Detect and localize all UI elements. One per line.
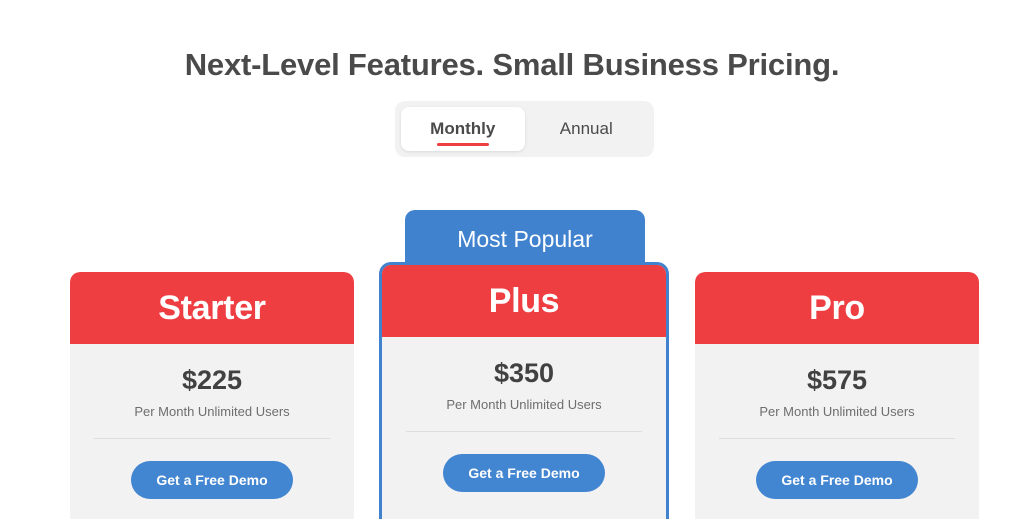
toggle-option-monthly-label: Monthly: [430, 119, 496, 138]
card-header-pro: Pro: [695, 272, 979, 344]
cta-row-pro: Get a Free Demo: [719, 460, 955, 499]
billing-period-toggle[interactable]: Monthly Annual: [395, 101, 654, 157]
pricing-cards: Starter $225 Per Month Unlimited Users G…: [0, 210, 1024, 519]
cta-row-plus: Get a Free Demo: [406, 453, 642, 492]
plan-price-pro: $575: [806, 365, 868, 395]
most-popular-badge-label: Most Popular: [457, 226, 593, 252]
pricing-card-pro[interactable]: Pro $575 Per Month Unlimited Users Get a…: [695, 272, 979, 519]
card-divider: [719, 437, 955, 439]
plan-price-plus: $350: [493, 358, 555, 388]
plan-period-starter: Per Month Unlimited Users: [134, 403, 290, 419]
plan-name-pro: Pro: [809, 288, 865, 327]
toggle-option-annual[interactable]: Annual: [525, 107, 649, 151]
toggle-option-monthly[interactable]: Monthly: [401, 107, 525, 151]
card-body-starter: $225 Per Month Unlimited Users Get a Fre…: [70, 344, 354, 499]
card-divider: [406, 430, 642, 432]
plan-period-pro: Per Month Unlimited Users: [759, 403, 915, 419]
pricing-card-plus-wrapper: Most Popular Plus $350 Per Month Unlimit…: [379, 210, 669, 519]
plan-name-plus: Plus: [488, 281, 560, 320]
get-free-demo-button-starter[interactable]: Get a Free Demo: [131, 460, 293, 499]
plan-name-starter: Starter: [158, 288, 266, 327]
pricing-page: Next-Level Features. Small Business Pric…: [0, 0, 1024, 519]
card-header-plus: Plus: [382, 265, 666, 337]
card-body-pro: $575 Per Month Unlimited Users Get a Fre…: [695, 344, 979, 499]
toggle-option-annual-label: Annual: [559, 119, 613, 138]
pricing-card-plus[interactable]: Plus $350 Per Month Unlimited Users Get …: [379, 262, 669, 519]
active-indicator-underline: [436, 143, 489, 146]
page-title: Next-Level Features. Small Business Pric…: [184, 46, 840, 82]
get-free-demo-button-plus[interactable]: Get a Free Demo: [443, 453, 605, 492]
card-header-starter: Starter: [70, 272, 354, 344]
pricing-card-starter[interactable]: Starter $225 Per Month Unlimited Users G…: [70, 272, 354, 519]
cta-row-starter: Get a Free Demo: [94, 460, 330, 499]
plan-price-starter: $225: [181, 365, 243, 395]
card-body-plus: $350 Per Month Unlimited Users Get a Fre…: [382, 337, 666, 492]
plan-period-plus: Per Month Unlimited Users: [446, 396, 602, 412]
get-free-demo-button-pro[interactable]: Get a Free Demo: [756, 460, 918, 499]
card-divider: [94, 437, 330, 439]
